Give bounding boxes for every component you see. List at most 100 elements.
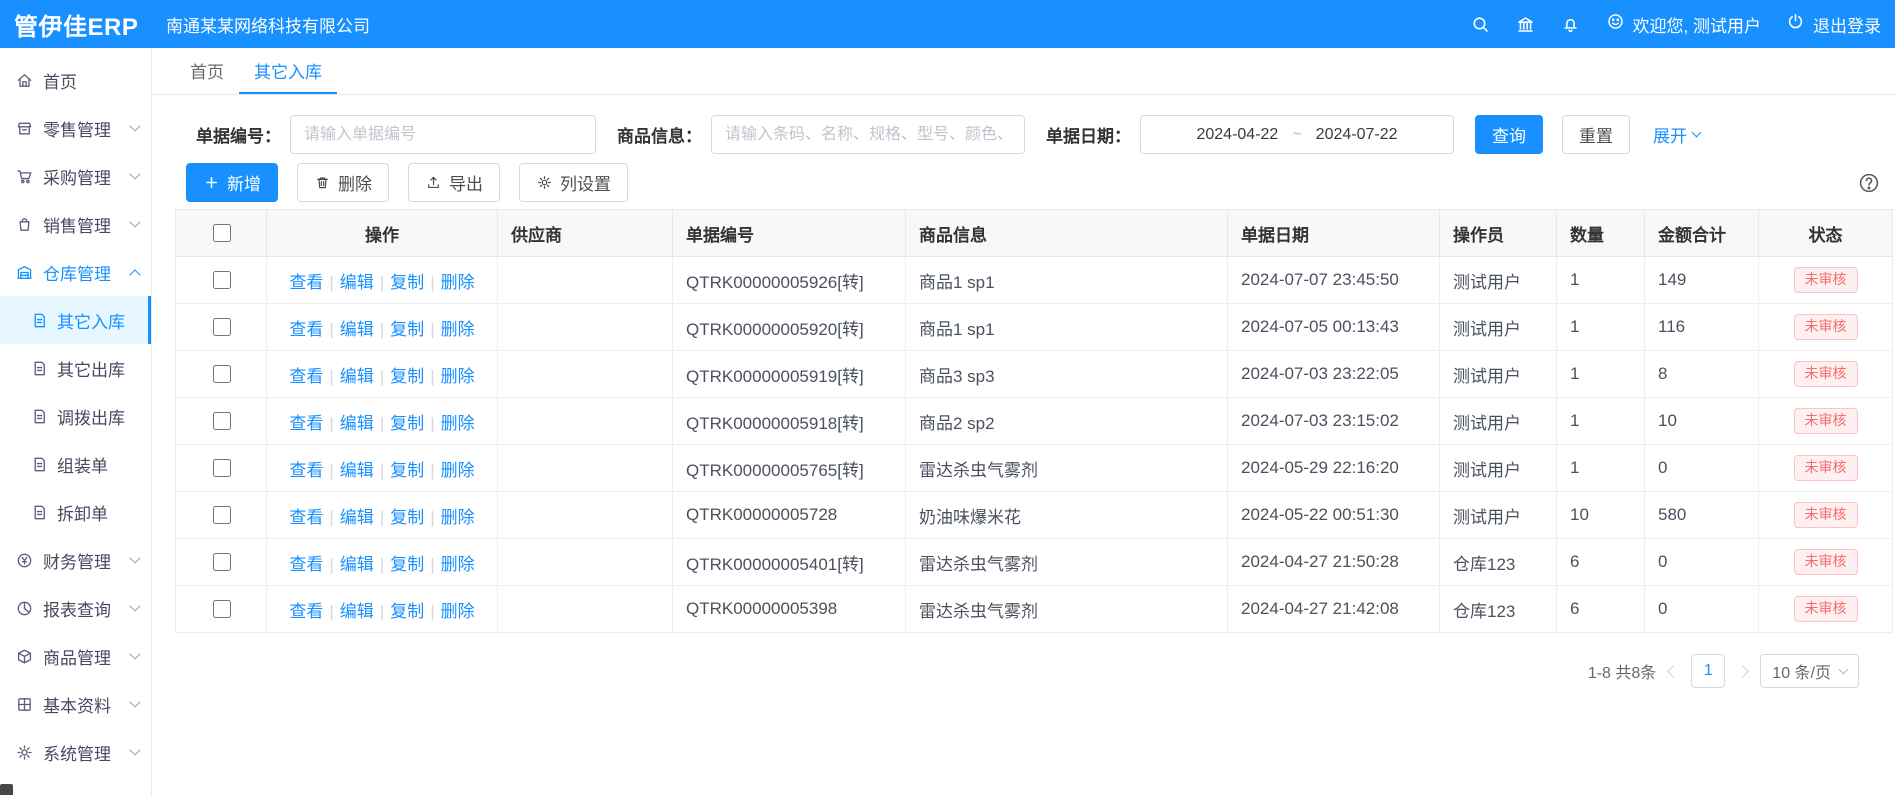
next-page-button[interactable] [1736, 665, 1749, 678]
sidebar-item-warehouse[interactable]: 仓库管理 [0, 248, 151, 296]
product-info-input[interactable] [711, 115, 1025, 154]
cell-quantity: 10 [1557, 492, 1645, 539]
edit-link[interactable]: 编辑 [340, 555, 374, 574]
edit-link[interactable]: 编辑 [340, 320, 374, 339]
delete-link[interactable]: 删除 [441, 414, 475, 433]
trash-icon [314, 174, 331, 191]
row-checkbox[interactable] [213, 553, 231, 571]
edit-link[interactable]: 编辑 [340, 367, 374, 386]
view-link[interactable]: 查看 [289, 508, 323, 527]
cell-doc-no: QTRK00000005398 [673, 586, 906, 633]
reset-button[interactable]: 重置 [1562, 115, 1630, 154]
edit-link[interactable]: 编辑 [340, 273, 374, 292]
chevron-down-icon [129, 216, 140, 227]
doc-no-input[interactable] [290, 115, 596, 154]
delete-link[interactable]: 删除 [441, 273, 475, 292]
copy-link[interactable]: 复制 [390, 414, 424, 433]
bell-icon[interactable] [1560, 14, 1581, 35]
search-button[interactable]: 查询 [1475, 115, 1543, 154]
date-from-value[interactable]: 2024-04-22 [1196, 126, 1278, 144]
cell-operator: 测试用户 [1440, 351, 1557, 398]
sidebar-item-reports[interactable]: 报表查询 [0, 584, 151, 632]
row-checkbox[interactable] [213, 506, 231, 524]
edit-link[interactable]: 编辑 [340, 602, 374, 621]
view-link[interactable]: 查看 [289, 555, 323, 574]
sidebar-item-finance[interactable]: 财务管理 [0, 536, 151, 584]
tab-other-inbound[interactable]: 其它入库 [239, 48, 337, 94]
sidebar-label: 其它入库 [57, 308, 125, 333]
delete-link[interactable]: 删除 [441, 320, 475, 339]
cell-product-info: 雷达杀虫气雾剂 [906, 539, 1228, 586]
copy-link[interactable]: 复制 [390, 320, 424, 339]
page-number-button[interactable]: 1 [1691, 654, 1725, 688]
top-header: 管伊佳ERP 南通某某网络科技有限公司 欢迎您, 测试用户 [0, 0, 1895, 48]
cell-quantity: 1 [1557, 445, 1645, 492]
copy-link[interactable]: 复制 [390, 273, 424, 292]
add-button[interactable]: 新增 [186, 163, 278, 202]
logout-button[interactable]: 退出登录 [1785, 11, 1881, 37]
copy-link[interactable]: 复制 [390, 367, 424, 386]
sidebar-item-disassembly[interactable]: 拆卸单 [0, 488, 151, 536]
view-link[interactable]: 查看 [289, 273, 323, 292]
sidebar-item-assembly[interactable]: 组装单 [0, 440, 151, 488]
sidebar-item-home[interactable]: 首页 [0, 56, 151, 104]
cell-supplier [498, 492, 673, 539]
column-settings-button[interactable]: 列设置 [519, 163, 628, 202]
row-checkbox[interactable] [213, 600, 231, 618]
edit-link[interactable]: 编辑 [340, 461, 374, 480]
sidebar-item-system[interactable]: 系统管理 [0, 728, 151, 776]
expand-link[interactable]: 展开 [1653, 122, 1700, 147]
sidebar-item-retail[interactable]: 零售管理 [0, 104, 151, 152]
help-button[interactable] [1857, 171, 1881, 195]
welcome-user[interactable]: 欢迎您, 测试用户 [1605, 11, 1761, 37]
date-to-value[interactable]: 2024-07-22 [1316, 126, 1398, 144]
sidebar-item-other-outbound[interactable]: 其它出库 [0, 344, 151, 392]
sidebar-item-sales[interactable]: 销售管理 [0, 200, 151, 248]
sidebar-label: 财务管理 [43, 548, 111, 573]
row-checkbox[interactable] [213, 318, 231, 336]
copy-link[interactable]: 复制 [390, 461, 424, 480]
col-doc-date: 单据日期 [1228, 210, 1440, 257]
delete-link[interactable]: 删除 [441, 461, 475, 480]
edit-link[interactable]: 编辑 [340, 508, 374, 527]
view-link[interactable]: 查看 [289, 367, 323, 386]
sidebar-item-basic-data[interactable]: 基本资料 [0, 680, 151, 728]
delete-link[interactable]: 删除 [441, 508, 475, 527]
delete-link[interactable]: 删除 [441, 602, 475, 621]
sidebar-item-transfer-outbound[interactable]: 调拨出库 [0, 392, 151, 440]
chevron-down-icon [1692, 128, 1702, 138]
delete-link[interactable]: 删除 [441, 555, 475, 574]
view-link[interactable]: 查看 [289, 320, 323, 339]
row-checkbox[interactable] [213, 459, 231, 477]
table-body: 查看|编辑|复制|删除 QTRK00000005926[转] 商品1 sp1 2… [176, 257, 1893, 633]
home-icon [15, 71, 34, 90]
view-link[interactable]: 查看 [289, 461, 323, 480]
prev-page-button[interactable] [1667, 665, 1680, 678]
question-circle-icon [1857, 171, 1881, 195]
page-size-select[interactable]: 10 条/页 [1760, 654, 1859, 688]
cell-product-info: 商品3 sp3 [906, 351, 1228, 398]
copy-link[interactable]: 复制 [390, 555, 424, 574]
cell-product-info: 商品2 sp2 [906, 398, 1228, 445]
cell-supplier [498, 304, 673, 351]
select-all-checkbox[interactable] [213, 224, 231, 242]
sidebar-item-products[interactable]: 商品管理 [0, 632, 151, 680]
tab-home[interactable]: 首页 [175, 48, 239, 94]
export-button[interactable]: 导出 [408, 163, 500, 202]
sidebar-item-other-inbound[interactable]: 其它入库 [0, 296, 151, 344]
sidebar-collapse-handle[interactable] [0, 784, 13, 795]
copy-link[interactable]: 复制 [390, 508, 424, 527]
sidebar-item-purchase[interactable]: 采购管理 [0, 152, 151, 200]
view-link[interactable]: 查看 [289, 602, 323, 621]
search-icon[interactable] [1470, 14, 1491, 35]
copy-link[interactable]: 复制 [390, 602, 424, 621]
delete-button[interactable]: 删除 [297, 163, 389, 202]
row-checkbox[interactable] [213, 365, 231, 383]
delete-link[interactable]: 删除 [441, 367, 475, 386]
bank-icon[interactable] [1515, 14, 1536, 35]
row-checkbox[interactable] [213, 271, 231, 289]
row-checkbox[interactable] [213, 412, 231, 430]
edit-link[interactable]: 编辑 [340, 414, 374, 433]
view-link[interactable]: 查看 [289, 414, 323, 433]
date-range-picker[interactable]: 2024-04-22 ~ 2024-07-22 [1140, 115, 1454, 154]
